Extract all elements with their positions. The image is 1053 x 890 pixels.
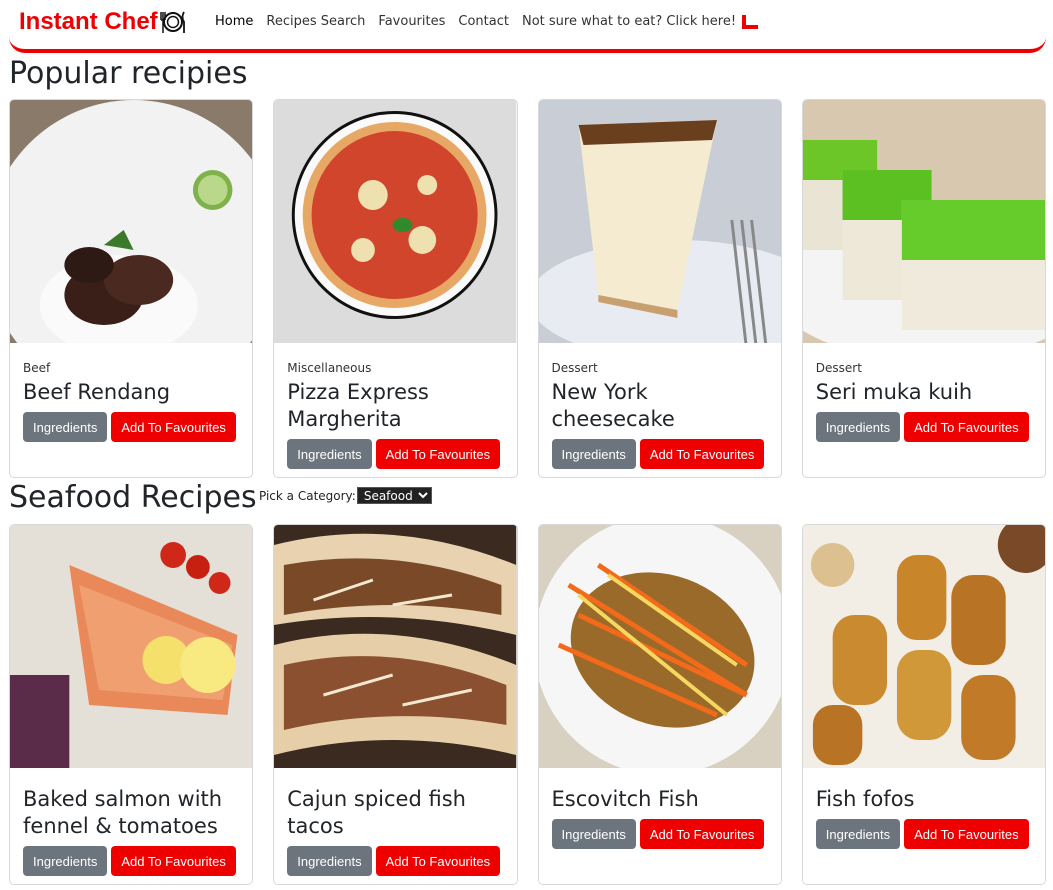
recipe-title: Beef Rendang [23,380,171,404]
card-body: Beef Beef Rendang Ingredients Add To Fav… [10,347,252,442]
card-actions: Ingredients Add To Favourites [551,819,768,849]
recipe-title: Baked salmon with fennel & tomatoes [23,787,223,838]
recipe-title: Cajun spiced fish tacos [287,787,466,838]
ingredients-button[interactable]: Ingredients [287,846,372,876]
recipe-category: Dessert [551,361,598,375]
card-actions: Ingredients Add To Favourites [815,819,1032,849]
brand-name: Instant Chef [19,8,158,35]
recipe-title: Escovitch Fish [551,787,699,811]
recipe-image[interactable] [802,100,1045,360]
recipe-category: Dessert [815,361,862,375]
flag-icon [742,14,759,29]
recipe-title: Fish fofos [815,787,915,811]
category-picker: Pick a Category: Seafood [259,487,432,504]
ingredients-button[interactable]: Ingredients [815,412,901,442]
ingredients-button[interactable]: Ingredients [551,439,636,469]
card-actions: Ingredients Add To Favourites [287,846,503,876]
recipe-card: Fish fofos Ingredients Add To Favourites [801,524,1046,885]
card-actions: Ingredients Add To Favourites [23,412,239,442]
card-body: Miscellaneous Pizza Express Margherita I… [274,347,516,469]
nav-menu: Home Recipes Search Favourites Contact N… [215,14,771,29]
add-to-favourites-button[interactable]: Add To Favourites [375,439,501,469]
recipe-image[interactable] [274,525,517,768]
card-actions: Ingredients Add To Favourites [815,412,1032,442]
brand-logo[interactable]: Instant Chef [19,8,187,36]
recipe-card: Baked salmon with fennel & tomatoes Ingr… [9,524,254,885]
recipe-category: Beef [23,361,51,375]
card-actions: Ingredients Add To Favourites [287,439,503,469]
recipe-image[interactable] [10,100,253,400]
recipe-title: Seri muka kuih [815,380,973,404]
category-picker-label: Pick a Category: [259,488,356,503]
add-to-favourites-button[interactable]: Add To Favourites [375,846,501,876]
seafood-heading: Seafood Recipes [9,480,257,515]
recipe-image[interactable] [10,525,253,768]
nav-random-recipe[interactable]: Not sure what to eat? Click here! [521,14,759,29]
add-to-favourites-button[interactable]: Add To Favourites [639,819,765,849]
popular-heading: Popular recipies [9,56,248,91]
ingredients-button[interactable]: Ingredients [23,846,108,876]
recipe-card: Beef Beef Rendang Ingredients Add To Fav… [9,99,254,478]
recipe-title: New York cheesecake [551,380,675,431]
popular-recipes-row: Beef Beef Rendang Ingredients Add To Fav… [9,99,1046,478]
plate-cutlery-icon [159,11,185,33]
nav-recipes-search[interactable]: Recipes Search [266,14,365,29]
recipe-image[interactable] [538,525,781,775]
category-select[interactable]: Seafood [356,487,432,504]
recipe-image[interactable] [538,100,781,360]
add-to-favourites-button[interactable]: Add To Favourites [111,846,236,876]
ingredients-button[interactable]: Ingredients [815,819,901,849]
ingredients-button[interactable]: Ingredients [287,439,372,469]
add-to-favourites-button[interactable]: Add To Favourites [904,819,1029,849]
recipe-card: Cajun spiced fish tacos Ingredients Add … [273,524,518,885]
seafood-recipes-row: Baked salmon with fennel & tomatoes Ingr… [9,524,1046,885]
nav-contact[interactable]: Contact [458,14,509,29]
recipe-image[interactable] [274,100,517,343]
card-body: Dessert New York cheesecake Ingredients … [539,347,781,469]
nav-random-label: Not sure what to eat? Click here! [521,14,737,29]
recipe-card: Dessert Seri muka kuih Ingredients Add T… [801,99,1046,478]
card-actions: Ingredients Add To Favourites [23,846,239,876]
recipe-category: Miscellaneous [287,361,372,375]
nav-home[interactable]: Home [215,14,253,29]
ingredients-button[interactable]: Ingredients [551,819,636,849]
recipe-image[interactable] [802,525,1045,768]
nav-favourites[interactable]: Favourites [378,14,445,29]
card-actions: Ingredients Add To Favourites [551,439,768,469]
add-to-favourites-button[interactable]: Add To Favourites [639,439,765,469]
navbar: Instant Chef Home Recipes Search Favouri… [9,0,1046,53]
recipe-card: Escovitch Fish Ingredients Add To Favour… [537,524,782,885]
add-to-favourites-button[interactable]: Add To Favourites [904,412,1029,442]
add-to-favourites-button[interactable]: Add To Favourites [111,412,236,442]
card-body: Baked salmon with fennel & tomatoes Ingr… [10,772,252,876]
card-body: Fish fofos Ingredients Add To Favourites [803,772,1045,849]
card-body: Dessert Seri muka kuih Ingredients Add T… [803,347,1045,442]
card-body: Cajun spiced fish tacos Ingredients Add … [274,772,516,876]
recipe-title: Pizza Express Margherita [287,380,429,431]
ingredients-button[interactable]: Ingredients [23,412,108,442]
recipe-card: Miscellaneous Pizza Express Margherita I… [273,99,518,478]
recipe-card: Dessert New York cheesecake Ingredients … [537,99,782,478]
card-body: Escovitch Fish Ingredients Add To Favour… [539,772,781,849]
